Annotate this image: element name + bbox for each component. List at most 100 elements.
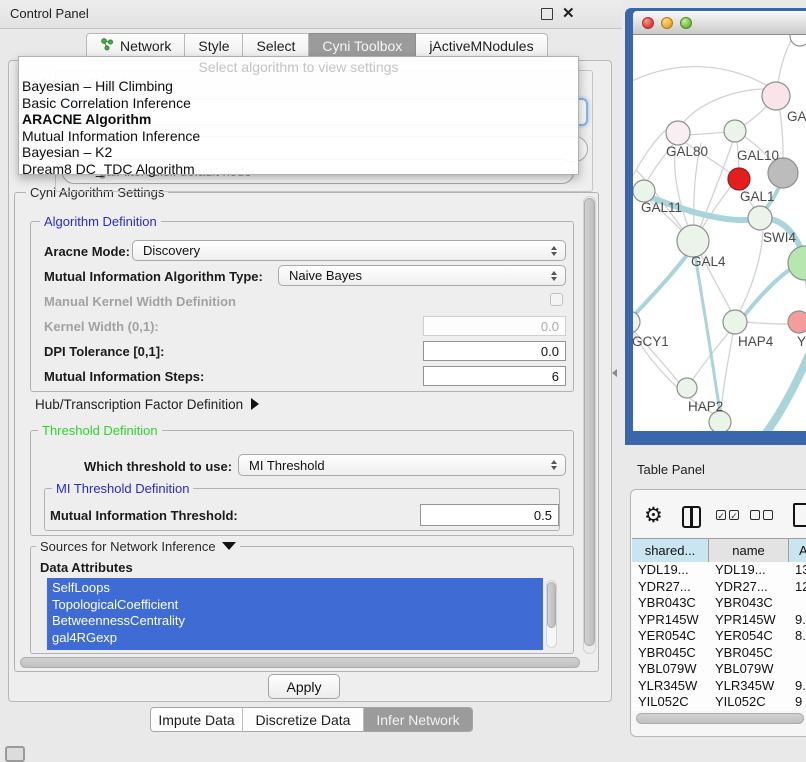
node-salmon[interactable] [788, 311, 806, 333]
tab-cyni-toolbox[interactable]: Cyni Toolbox [309, 33, 416, 58]
network-window-titlebar[interactable] [633, 11, 806, 35]
table-settings-gear-icon[interactable]: ⚙ [644, 503, 663, 528]
settings-vertical-scrollbar-thumb[interactable] [584, 198, 595, 646]
edge-highlighted[interactable] [633, 247, 693, 323]
select-all-checkboxes-icon[interactable] [716, 510, 739, 520]
dropdown-item[interactable]: Mutual Information Inference [19, 128, 578, 145]
node-gal1[interactable] [748, 206, 772, 230]
node[interactable] [709, 411, 731, 431]
node-gal80[interactable] [666, 121, 690, 145]
edge[interactable] [746, 322, 791, 324]
edge-highlighted[interactable] [766, 340, 806, 431]
network-view-canvas[interactable]: GAL GAL80 GAL10 GAL1 GAL11 SWI4 GAL4 GCY… [633, 35, 806, 431]
aracne-mode-combobox[interactable]: Discovery [132, 240, 566, 261]
tab-impute-data[interactable]: Impute Data [151, 708, 243, 731]
tab-jactivemnodules[interactable]: jActiveMNodules [416, 33, 547, 58]
node-hap4[interactable] [723, 310, 747, 334]
dropdown-item[interactable]: Bayesian – Hill Climbing [19, 78, 578, 95]
attribute-item-selected[interactable]: SelfLoops [47, 580, 543, 597]
tab-cyni-toolbox-label: Cyni Toolbox [322, 38, 402, 54]
minimize-window-icon[interactable] [661, 17, 673, 29]
hub-tf-label: Hub/Transcription Factor Definition [35, 397, 243, 412]
hub-tf-expander[interactable]: Hub/Transcription Factor Definition [35, 397, 259, 412]
edge[interactable] [739, 231, 763, 313]
edge[interactable] [779, 105, 783, 159]
tab-network[interactable]: Network [86, 33, 185, 58]
apply-button[interactable]: Apply [268, 674, 340, 699]
edge[interactable] [778, 37, 793, 83]
node-hap2[interactable] [677, 378, 697, 398]
dpi-tolerance-field[interactable]: 0.0 [423, 341, 566, 361]
edge[interactable] [699, 185, 732, 233]
table-row[interactable]: YLR345WYLR345W9. [632, 678, 806, 695]
tab-discretize-data[interactable]: Discretize Data [243, 708, 364, 731]
dropdown-item[interactable]: Basic Correlation Inference [19, 95, 578, 112]
tab-style[interactable]: Style [185, 33, 243, 58]
edge-highlighted[interactable] [695, 255, 720, 413]
mi-steps-field[interactable]: 6 [423, 366, 566, 386]
attribute-item-selected[interactable]: BetweennessCentrality [47, 613, 543, 630]
node-red-selected[interactable] [728, 168, 750, 190]
node-swi4[interactable] [788, 246, 806, 280]
node-gal11[interactable] [633, 180, 655, 202]
zoom-window-icon[interactable] [680, 17, 692, 29]
dropdown-item[interactable]: Dream8 DC_TDC Algorithm [19, 161, 578, 178]
table-row[interactable]: YBL079WYBL079W [632, 661, 806, 678]
mi-type-combobox[interactable]: Naive Bayes [278, 265, 566, 286]
tab-network-label: Network [120, 38, 171, 54]
edge[interactable] [633, 67, 776, 91]
node-gal[interactable] [762, 82, 790, 110]
edge-highlighted[interactable] [633, 187, 805, 260]
column-header-shared-name[interactable]: shared... [632, 539, 709, 563]
table-row[interactable]: YBR045CYBR045C [632, 645, 806, 662]
tab-infer-network[interactable]: Infer Network [364, 708, 472, 731]
close-icon[interactable]: ✕ [562, 4, 575, 22]
apply-button-label: Apply [286, 679, 321, 695]
minimized-panel-icon[interactable] [5, 746, 25, 762]
network-graph[interactable]: GAL GAL80 GAL10 GAL1 GAL11 SWI4 GAL4 GCY… [633, 35, 806, 431]
attribute-item-selected[interactable]: TopologicalCoefficient [47, 597, 543, 614]
split-columns-icon[interactable] [682, 506, 701, 528]
document-icon[interactable] [793, 503, 806, 527]
edge[interactable] [686, 132, 727, 135]
table-row[interactable]: YIL052CYIL052C9 [632, 694, 806, 711]
table-horizontal-scrollbar-thumb[interactable] [636, 713, 804, 724]
table-row[interactable]: YER054CYER054C8. [632, 628, 806, 645]
column-header-clipped[interactable]: A [789, 539, 806, 563]
settings-horizontal-scrollbar-thumb[interactable] [20, 657, 580, 668]
node-gcy1[interactable] [633, 311, 640, 333]
tab-style-label: Style [198, 38, 229, 54]
sources-group-title[interactable]: Sources for Network Inference [36, 539, 240, 554]
mi-steps-value: 6 [552, 369, 559, 384]
cell: 9. [789, 678, 806, 695]
dropdown-item[interactable]: Bayesian – K2 [19, 144, 578, 161]
table-row[interactable]: YBR043CYBR043C [632, 595, 806, 612]
column-header-name[interactable]: name [709, 539, 789, 563]
node-gal10[interactable] [724, 120, 746, 142]
close-window-icon[interactable] [642, 17, 654, 29]
attribute-list-scrollbar-thumb[interactable] [547, 582, 556, 628]
node-label: GAL1 [740, 189, 775, 204]
node[interactable] [790, 35, 806, 46]
combo-stepper-icon [551, 460, 557, 470]
edge[interactable] [675, 147, 689, 229]
mi-threshold-field[interactable]: 0.5 [420, 504, 559, 526]
kernel-width-field[interactable]: 0.0 [423, 316, 566, 336]
node-label: GAL80 [666, 144, 708, 159]
table-row[interactable]: YPR145WYPR145W9. [632, 612, 806, 629]
tab-select[interactable]: Select [243, 33, 309, 58]
deselect-all-checkboxes-icon[interactable] [750, 510, 773, 520]
cell [789, 595, 806, 612]
which-threshold-combobox[interactable]: MI Threshold [238, 454, 566, 476]
combo-stepper-icon [551, 246, 557, 256]
manual-kernel-width-checkbox[interactable] [550, 293, 563, 306]
table-row[interactable]: YDL19...YDL19...13 [632, 562, 806, 579]
split-pane-handle-icon[interactable] [612, 369, 617, 377]
attribute-item-selected[interactable]: gal4RGexp [47, 630, 543, 647]
table-row[interactable]: YDR27...YDR27...12 [632, 579, 806, 596]
dropdown-item-selected[interactable]: ARACNE Algorithm [19, 111, 578, 128]
tab-infer-network-label: Infer Network [376, 712, 459, 728]
node-gal4[interactable] [677, 225, 709, 257]
float-window-icon[interactable] [541, 8, 553, 20]
highlighted-edges[interactable] [633, 181, 806, 431]
